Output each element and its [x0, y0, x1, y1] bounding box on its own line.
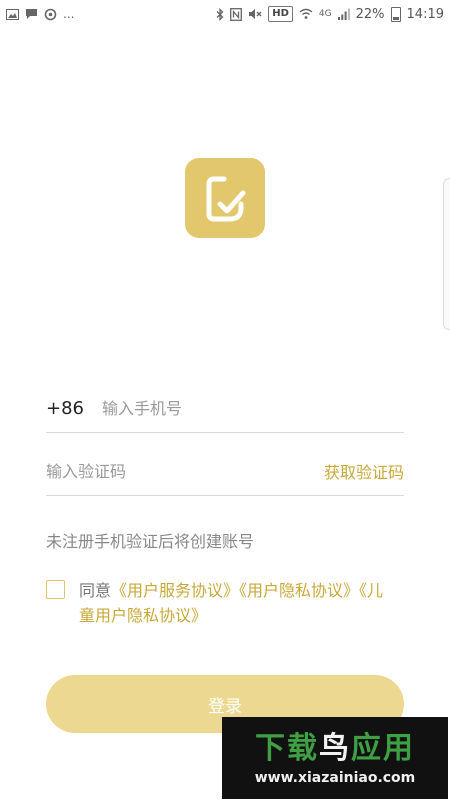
- status-bar-right: HD 4G 22% 14:19: [216, 6, 450, 22]
- code-row: 获取验证码: [46, 447, 404, 496]
- hd-badge: HD: [268, 6, 293, 22]
- battery-icon: [390, 6, 401, 22]
- register-hint: 未注册手机验证后将创建账号: [46, 532, 255, 551]
- logo-check-icon: [206, 176, 246, 222]
- app-logo: [185, 158, 265, 238]
- country-code[interactable]: +86: [46, 398, 84, 419]
- agree-prefix: 同意: [79, 581, 112, 600]
- agreement: 同意《用户服务协议》《用户隐私协议》《儿童用户隐私协议》: [46, 578, 404, 628]
- get-code-button[interactable]: 获取验证码: [324, 459, 404, 483]
- watermark-logo: 下载鸟应用 www.xiazainiao.com: [222, 717, 448, 799]
- wifi-icon: [299, 8, 313, 19]
- watermark-title-part2: 鸟: [319, 731, 351, 766]
- nfc-icon: [230, 7, 243, 21]
- mute-icon: [249, 9, 262, 19]
- battery-percent: 22%: [355, 6, 385, 22]
- code-input[interactable]: [46, 461, 266, 481]
- status-bar: ... HD 4G 22% 14:19: [0, 0, 450, 28]
- watermark-title: 下载鸟应用: [255, 730, 415, 768]
- watermark-title-part1: 下载: [255, 731, 319, 766]
- agreement-text: 同意《用户服务协议》《用户隐私协议》《儿童用户隐私协议》: [79, 578, 399, 628]
- signal-icon: [337, 8, 350, 20]
- watermark-url: www.xiazainiao.com: [254, 770, 416, 786]
- network-type: 4G: [318, 8, 332, 19]
- sync-icon: [44, 8, 57, 20]
- gallery-icon: [6, 8, 19, 20]
- edge-panel-handle[interactable]: [443, 178, 450, 330]
- clock: 14:19: [406, 6, 444, 22]
- privacy-policy-link[interactable]: 《用户隐私协议》: [239, 581, 359, 600]
- message-icon: [26, 9, 37, 19]
- phone-row: +86: [46, 384, 404, 433]
- agree-checkbox[interactable]: [46, 580, 65, 599]
- more-notifications: ...: [63, 7, 75, 21]
- phone-input[interactable]: [102, 398, 322, 418]
- status-bar-left: ...: [0, 8, 74, 21]
- bluetooth-icon: [216, 7, 224, 21]
- user-agreement-link[interactable]: 《用户服务协议》: [111, 581, 239, 600]
- watermark-title-part3: 应用: [351, 731, 415, 766]
